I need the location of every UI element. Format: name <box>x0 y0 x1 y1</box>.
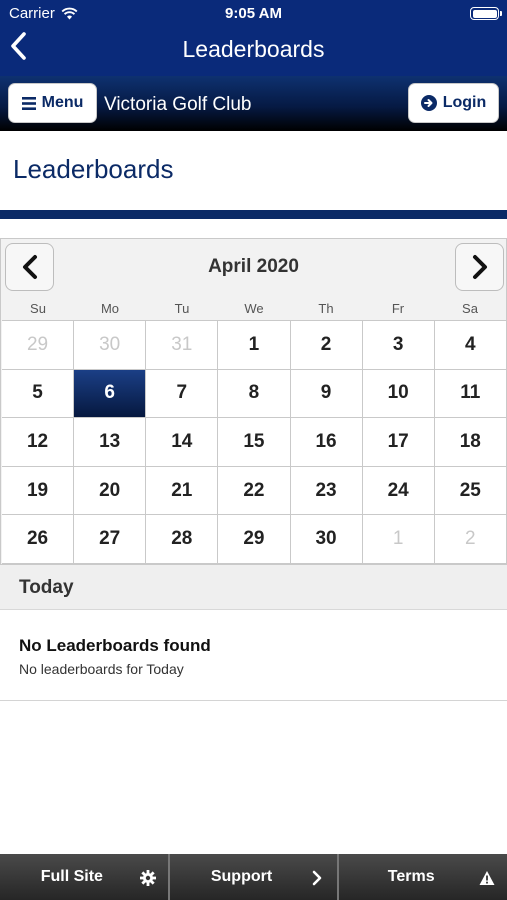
chevron-right-icon <box>472 255 487 279</box>
calendar-day[interactable]: 30 <box>74 321 147 370</box>
empty-state-subtitle: No leaderboards for Today <box>19 661 184 677</box>
calendar-day[interactable]: 2 <box>290 321 363 370</box>
next-month-button[interactable] <box>455 243 504 291</box>
calendar-day[interactable]: 1 <box>218 321 291 370</box>
empty-state-title: No Leaderboards found <box>19 636 211 655</box>
calendar-day[interactable]: 25 <box>434 466 507 516</box>
full-site-button[interactable]: Full Site <box>0 854 168 900</box>
calendar-day[interactable]: 17 <box>362 418 435 467</box>
weekday-label: Mo <box>100 301 120 316</box>
calendar-day[interactable]: 29 <box>218 515 291 564</box>
status-bar: Carrier 9:05 AM <box>0 0 507 28</box>
menu-label: Menu <box>41 94 84 111</box>
calendar-day[interactable]: 3 <box>362 321 435 370</box>
calendar-day[interactable]: 19 <box>2 466 75 516</box>
nav-title: Leaderboards <box>182 36 325 62</box>
menu-button[interactable]: Menu <box>8 83 97 123</box>
calendar-day[interactable]: 28 <box>146 515 219 564</box>
section-divider <box>0 210 507 219</box>
page-title: Leaderboards <box>13 154 174 184</box>
today-label: Today <box>19 577 74 598</box>
day-grid: 29 30 31 1 2 3 4 5 6 7 8 9 10 11 12 13 14 15 16 17 18 19 20 21 2… <box>2 320 507 564</box>
calendar-day[interactable]: 30 <box>290 515 363 564</box>
weekday-label: Sa <box>462 301 478 316</box>
calendar-day[interactable]: 24 <box>362 466 435 516</box>
footer-bar: Full Site Support Terms <box>0 854 507 900</box>
full-site-label: Full Site <box>40 868 103 885</box>
calendar-day[interactable]: 14 <box>146 418 219 467</box>
calendar-day[interactable]: 20 <box>74 466 147 516</box>
calendar-day[interactable]: 12 <box>2 418 75 467</box>
calendar-header: April 2020 <box>1 239 506 295</box>
terms-label: Terms <box>387 868 435 885</box>
calendar-day[interactable]: 7 <box>146 369 219 419</box>
club-bar: Menu Victoria Golf Club Login <box>0 76 507 131</box>
gear-icon <box>139 870 156 886</box>
calendar-day[interactable]: 1 <box>362 515 435 564</box>
calendar-day[interactable]: 10 <box>362 369 435 419</box>
login-label: Login <box>442 94 487 111</box>
calendar-day[interactable]: 23 <box>290 466 363 516</box>
calendar-day[interactable]: 26 <box>2 515 75 564</box>
month-label: April 2020 <box>208 256 299 277</box>
weekday-label: Fr <box>391 301 405 316</box>
calendar-day[interactable]: 22 <box>218 466 291 516</box>
calendar-day[interactable]: 8 <box>218 369 291 419</box>
calendar-day[interactable]: 29 <box>2 321 75 370</box>
club-name: Victoria Golf Club <box>104 94 252 115</box>
terms-button[interactable]: Terms <box>339 854 507 900</box>
calendar-day[interactable]: 21 <box>146 466 219 516</box>
clock: 9:05 AM <box>225 5 282 22</box>
calendar-day[interactable]: 31 <box>146 321 219 370</box>
calendar-day[interactable]: 27 <box>74 515 147 564</box>
weekday-label: We <box>244 301 264 316</box>
weekday-header: Su Mo Tu We Th Fr Sa <box>2 301 506 316</box>
calendar-day[interactable]: 18 <box>434 418 507 467</box>
calendar-day-selected[interactable]: 6 <box>74 369 147 419</box>
login-button[interactable]: Login <box>408 83 499 123</box>
calendar-day[interactable]: 13 <box>74 418 147 467</box>
weekday-label: Th <box>318 301 334 316</box>
calendar: April 2020 Su Mo Tu We Th Fr Sa 29 30 31 1 2 3 4 5 6 7 8… <box>0 238 507 565</box>
warning-icon <box>479 871 495 885</box>
battery-icon <box>470 7 502 20</box>
calendar-day[interactable]: 2 <box>434 515 507 564</box>
hamburger-icon <box>21 96 36 110</box>
top-bar: Carrier 9:05 AM Leaderboards <box>0 0 507 76</box>
today-section-header: Today <box>0 565 507 610</box>
calendar-day[interactable]: 5 <box>2 369 75 419</box>
list-separator <box>0 700 507 701</box>
chevron-right-icon <box>313 870 322 886</box>
calendar-day[interactable]: 4 <box>434 321 507 370</box>
calendar-day[interactable]: 11 <box>434 369 507 419</box>
login-arrow-icon <box>420 95 437 111</box>
calendar-day[interactable]: 16 <box>290 418 363 467</box>
weekday-label: Su <box>30 301 46 316</box>
calendar-day[interactable]: 9 <box>290 369 363 419</box>
weekday-label: Tu <box>174 301 190 316</box>
support-button[interactable]: Support <box>169 854 338 900</box>
calendar-day[interactable]: 15 <box>218 418 291 467</box>
support-label: Support <box>210 868 273 885</box>
